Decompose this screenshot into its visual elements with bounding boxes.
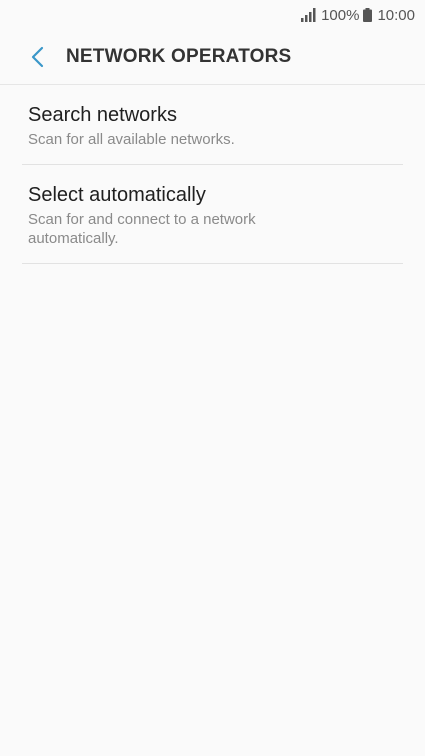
page-title: NETWORK OPERATORS bbox=[66, 46, 292, 67]
battery-icon bbox=[363, 8, 373, 22]
chevron-left-icon bbox=[31, 46, 44, 68]
search-networks-item[interactable]: Search networks Scan for all available n… bbox=[22, 85, 403, 165]
list-item-title: Select automatically bbox=[28, 183, 206, 206]
clock: 10:00 bbox=[377, 6, 415, 24]
battery-percent: 100% bbox=[321, 6, 360, 24]
list-item-title: Search networks bbox=[28, 104, 177, 126]
status-bar: 100% 10:00 bbox=[0, 0, 425, 30]
select-automatically-item[interactable]: Select automatically Scan for and connec… bbox=[22, 165, 403, 264]
signal-icon bbox=[301, 8, 317, 22]
back-button[interactable] bbox=[18, 37, 58, 77]
settings-list: Search networks Scan for all available n… bbox=[0, 85, 425, 264]
list-item-subtitle: Scan for all available networks. bbox=[28, 131, 235, 148]
list-item-subtitle: Scan for and connect to a network automa… bbox=[28, 210, 256, 248]
app-header: NETWORK OPERATORS bbox=[0, 30, 425, 85]
